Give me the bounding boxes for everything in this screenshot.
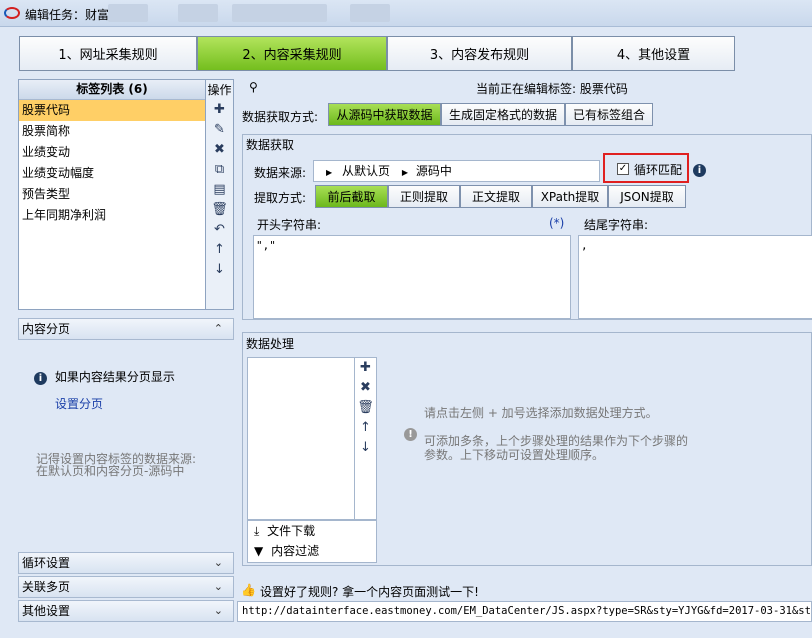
chevron-down-icon: ⌄ bbox=[213, 580, 223, 593]
loop-settings-label: 循环设置 bbox=[22, 556, 71, 570]
move-down-icon[interactable]: ↓ bbox=[206, 260, 233, 280]
other-settings-header[interactable]: 其他设置 ⌄ bbox=[18, 600, 234, 622]
process-ops-toolbar: ✚ ✖ 🗑 ↑ ↓ bbox=[355, 357, 377, 520]
extract-xpath-button[interactable]: XPath提取 bbox=[532, 185, 608, 208]
paging-info-row: i 如果内容结果分页显示 bbox=[34, 368, 175, 385]
tag-list-header: 标签列表 (6) bbox=[19, 80, 205, 100]
edit-icon[interactable]: ✎ bbox=[206, 120, 233, 140]
multi-page-header[interactable]: 关联多页 ⌄ bbox=[18, 576, 234, 598]
process-hint-3: 参数。上下移动可设置处理顺序。 bbox=[424, 448, 605, 462]
extract-before-after-button[interactable]: 前后截取 bbox=[315, 185, 388, 208]
process-hint-1: 请点击左侧 + 加号选择添加数据处理方式。 bbox=[424, 406, 658, 420]
add-icon[interactable]: ✚ bbox=[355, 358, 376, 378]
trash-icon[interactable]: 🗑 bbox=[206, 200, 233, 220]
step-wizard: 1、网址采集规则 2、内容采集规则 3、内容发布规则 4、其他设置 bbox=[19, 36, 735, 72]
blurred-tab bbox=[232, 4, 327, 22]
paging-note-2: 在默认页和内容分页-源码中 bbox=[36, 464, 185, 478]
start-string-label: 开头字符串: bbox=[257, 218, 322, 232]
tag-item[interactable]: 股票简称 bbox=[19, 121, 205, 142]
test-url-input[interactable]: http://datainterface.eastmoney.com/EM_Da… bbox=[237, 601, 812, 622]
end-string-label: 结尾字符串: bbox=[584, 218, 649, 232]
breadcrumb-arrow-icon: ▶ bbox=[401, 168, 408, 177]
fetch-combine-tags-button[interactable]: 已有标签组合 bbox=[565, 103, 653, 126]
tag-item[interactable]: 上年同期净利润 bbox=[19, 205, 205, 226]
tag-item[interactable]: 业绩变动幅度 bbox=[19, 163, 205, 184]
undo-icon[interactable]: ↶ bbox=[206, 220, 233, 240]
pin-icon[interactable]: ⚲ bbox=[249, 80, 258, 94]
file-download-label: 文件下载 bbox=[267, 524, 316, 538]
data-fetch-title: 数据获取 bbox=[246, 138, 295, 152]
tag-item[interactable]: 股票代码 bbox=[19, 100, 205, 121]
move-up-icon[interactable]: ↑ bbox=[355, 418, 376, 438]
multi-page-label: 关联多页 bbox=[22, 580, 71, 594]
blurred-tab bbox=[350, 4, 390, 22]
title-bar: 编辑任务：财富网 bbox=[0, 0, 812, 27]
extract-regex-button[interactable]: 正则提取 bbox=[388, 185, 460, 208]
delete-icon[interactable]: ✖ bbox=[355, 378, 376, 398]
add-icon[interactable]: ✚ bbox=[206, 100, 233, 120]
paging-panel: i 如果内容结果分页显示 设置分页 记得设置内容标签的数据来源: 在默认页和内容… bbox=[18, 340, 234, 550]
move-down-icon[interactable]: ↓ bbox=[355, 438, 376, 458]
source-path-field[interactable]: ▶ 从默认页 ▶ 源码中 bbox=[313, 160, 600, 182]
chevron-down-icon: ⌄ bbox=[213, 556, 223, 569]
paging-info-text: 如果内容结果分页显示 bbox=[54, 370, 175, 384]
window-title: 编辑任务：财富网 bbox=[25, 8, 122, 22]
paste-icon[interactable]: ▤ bbox=[206, 180, 233, 200]
filter-icon: ▼ bbox=[254, 544, 264, 558]
loop-match-highlight: ✓ 循环匹配 bbox=[603, 153, 689, 183]
ops-label: 操作 bbox=[207, 83, 232, 97]
extract-body-button[interactable]: 正文提取 bbox=[460, 185, 532, 208]
fetch-from-source-button[interactable]: 从源码中获取数据 bbox=[328, 103, 441, 126]
loop-match-checkbox[interactable]: ✓ bbox=[617, 163, 629, 175]
source-default-page[interactable]: 从默认页 bbox=[342, 164, 390, 178]
info-icon: i bbox=[34, 372, 47, 385]
thumbs-up-icon: 👍 bbox=[241, 583, 256, 597]
tag-list-panel: 标签列表 (6) 股票代码 股票简称 业绩变动 业绩变动幅度 预告类型 上年同期… bbox=[18, 79, 206, 310]
loop-settings-header[interactable]: 循环设置 ⌄ bbox=[18, 552, 234, 574]
paging-header[interactable]: 内容分页 ⌃ bbox=[18, 318, 234, 340]
step-other-settings[interactable]: 4、其他设置 bbox=[572, 36, 735, 71]
download-icon: ⤓ bbox=[254, 524, 260, 538]
delete-icon[interactable]: ✖ bbox=[206, 140, 233, 160]
loop-info-icon[interactable]: i bbox=[693, 162, 706, 177]
blurred-tab bbox=[178, 4, 218, 22]
move-up-icon[interactable]: ↑ bbox=[206, 240, 233, 260]
editing-label: 当前正在编辑标签: 股票代码 bbox=[476, 82, 628, 96]
loop-match-label[interactable]: 循环匹配 bbox=[634, 161, 682, 178]
blurred-tab bbox=[108, 4, 148, 22]
chevron-down-icon: ⌄ bbox=[213, 604, 223, 617]
trash-icon[interactable]: 🗑 bbox=[355, 398, 376, 418]
app-logo-icon bbox=[4, 7, 20, 19]
content-filter-label: 内容过滤 bbox=[271, 544, 320, 558]
file-download-item[interactable]: ⤓ 文件下载 bbox=[248, 521, 376, 541]
extract-label: 提取方式: bbox=[254, 191, 307, 205]
data-process-title: 数据处理 bbox=[246, 337, 295, 351]
tag-item[interactable]: 预告类型 bbox=[19, 184, 205, 205]
other-settings-label: 其他设置 bbox=[22, 604, 71, 618]
tag-ops-toolbar: 操作 ✚ ✎ ✖ ⧉ ▤ 🗑 ↶ ↑ ↓ bbox=[206, 79, 234, 310]
process-step-list[interactable] bbox=[247, 357, 355, 520]
end-string-input[interactable]: , bbox=[578, 235, 812, 319]
tag-item[interactable]: 业绩变动 bbox=[19, 142, 205, 163]
paging-header-label: 内容分页 bbox=[22, 322, 71, 336]
step-content-rules[interactable]: 2、内容采集规则 bbox=[197, 36, 387, 71]
test-prompt: 设置好了规则? 拿一个内容页面测试一下! bbox=[260, 585, 479, 599]
copy-icon[interactable]: ⧉ bbox=[206, 160, 233, 180]
chevron-up-icon: ⌃ bbox=[213, 322, 223, 335]
wildcard-link[interactable]: (*) bbox=[549, 216, 564, 230]
process-extra-list: ⤓ 文件下载 ▼ 内容过滤 bbox=[247, 520, 377, 563]
fetch-fixed-format-button[interactable]: 生成固定格式的数据 bbox=[441, 103, 565, 126]
fetch-mode-label: 数据获取方式: bbox=[242, 110, 319, 124]
warning-icon: ! bbox=[404, 426, 417, 441]
source-html[interactable]: 源码中 bbox=[416, 164, 452, 178]
source-label: 数据来源: bbox=[254, 166, 307, 180]
content-filter-item[interactable]: ▼ 内容过滤 bbox=[248, 541, 376, 561]
step-publish-rules[interactable]: 3、内容发布规则 bbox=[387, 36, 572, 71]
breadcrumb-arrow-icon: ▶ bbox=[326, 168, 333, 177]
extract-json-button[interactable]: JSON提取 bbox=[608, 185, 686, 208]
start-string-input[interactable]: "," bbox=[253, 235, 571, 319]
set-paging-link[interactable]: 设置分页 bbox=[55, 395, 103, 412]
step-url-rules[interactable]: 1、网址采集规则 bbox=[19, 36, 197, 71]
